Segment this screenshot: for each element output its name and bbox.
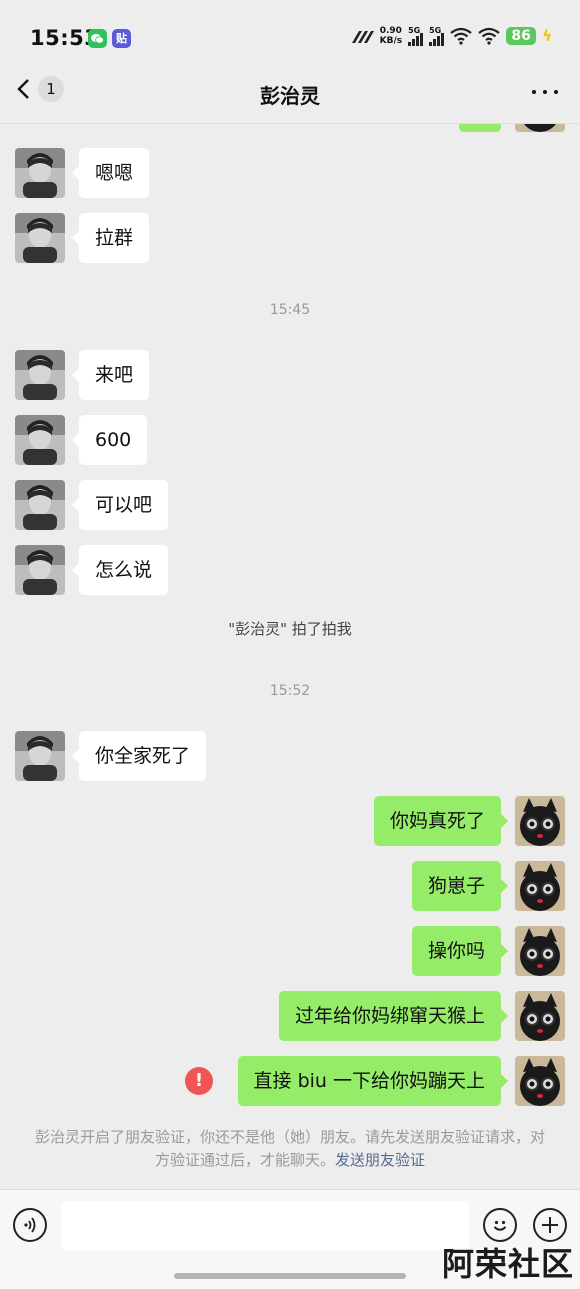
send-verification-link[interactable]: 发送朋友验证 xyxy=(335,1151,425,1169)
wechat-icon xyxy=(88,29,107,48)
charging-icon: ϟ xyxy=(542,27,552,45)
message-row: 600 xyxy=(0,415,580,465)
more-options-button[interactable] xyxy=(532,82,558,102)
outgoing-message-bubble[interactable]: 你妈真死了 xyxy=(373,796,509,846)
outgoing-message-bubble[interactable] xyxy=(459,124,501,132)
hotspot-wifi-icon xyxy=(450,27,472,45)
plus-icon xyxy=(542,1217,558,1233)
message-row: 嗯嗯 xyxy=(0,148,580,198)
signal-sim1-icon: 5G xyxy=(408,26,424,46)
message-row: 你妈真死了 xyxy=(0,796,580,846)
incoming-message-bubble[interactable]: 拉群 xyxy=(71,213,150,263)
contact-avatar[interactable] xyxy=(15,731,65,781)
wifi-icon xyxy=(478,27,500,45)
incoming-message-bubble[interactable]: 你全家死了 xyxy=(71,731,207,781)
contact-avatar[interactable] xyxy=(15,545,65,595)
incoming-message-bubble[interactable]: 可以吧 xyxy=(71,480,169,530)
incoming-message-bubble[interactable]: 怎么说 xyxy=(71,545,169,595)
my-avatar[interactable] xyxy=(515,796,565,846)
message-row: 怎么说 xyxy=(0,545,580,595)
my-avatar[interactable] xyxy=(515,1056,565,1106)
voice-toggle-button[interactable] xyxy=(13,1208,47,1242)
more-functions-button[interactable] xyxy=(533,1208,567,1242)
home-indicator[interactable] xyxy=(174,1273,406,1279)
chat-title: 彭治灵 xyxy=(260,84,320,108)
outgoing-message-bubble[interactable]: 过年给你妈绑窜天猴上 xyxy=(278,991,509,1041)
net-speed-value: 0.90 xyxy=(379,26,402,36)
incoming-message-bubble[interactable]: 来吧 xyxy=(71,350,150,400)
incoming-message-bubble[interactable]: 600 xyxy=(71,415,148,465)
emoji-button[interactable] xyxy=(483,1208,517,1242)
signal-sim2-icon: 5G xyxy=(429,26,445,46)
message-row: 可以吧 xyxy=(0,480,580,530)
sim2-label: 5G xyxy=(429,26,442,35)
net-speed: 0.90 KB/s xyxy=(380,26,402,46)
tieba-icon: 贴 xyxy=(112,29,131,48)
status-indicators: 0.90 KB/s 5G 5G 86 ϟ xyxy=(350,26,552,46)
outgoing-message-bubble[interactable]: 操你吗 xyxy=(411,926,509,976)
voice-icon xyxy=(24,1217,36,1233)
network-activity-icon xyxy=(351,31,374,43)
send-failed-icon[interactable]: ! xyxy=(185,1067,213,1095)
outgoing-message-bubble[interactable]: 直接 biu 一下给你妈蹦天上 xyxy=(237,1056,509,1106)
contact-avatar[interactable] xyxy=(15,213,65,263)
my-avatar[interactable] xyxy=(515,124,565,132)
contact-avatar[interactable] xyxy=(15,350,65,400)
battery-level: 86 xyxy=(506,27,537,45)
my-avatar[interactable] xyxy=(515,991,565,1041)
message-row: ! 直接 biu 一下给你妈蹦天上 xyxy=(0,1056,580,1106)
contact-avatar[interactable] xyxy=(15,480,65,530)
message-row: 操你吗 xyxy=(0,926,580,976)
message-row-partial xyxy=(0,124,580,132)
pat-system-message: "彭治灵" 拍了拍我 xyxy=(228,620,352,638)
timestamp: 15:52 xyxy=(269,683,311,699)
watermark: 阿荣社区 xyxy=(441,1245,574,1283)
notice-text: 彭治灵开启了朋友验证，你还不是他（她）朋友。请先发送朋友验证请求，对方验证通过后… xyxy=(34,1128,545,1169)
my-avatar[interactable] xyxy=(515,926,565,976)
timestamp: 15:45 xyxy=(269,302,311,318)
my-avatar[interactable] xyxy=(515,861,565,911)
message-row: 来吧 xyxy=(0,350,580,400)
message-row: 过年给你妈绑窜天猴上 xyxy=(0,991,580,1041)
message-row: 拉群 xyxy=(0,213,580,263)
message-input[interactable] xyxy=(61,1201,469,1250)
friend-verification-notice: 彭治灵开启了朋友验证，你还不是他（她）朋友。请先发送朋友验证请求，对方验证通过后… xyxy=(30,1126,550,1172)
contact-avatar[interactable] xyxy=(15,415,65,465)
chat-header: 1 彭治灵 xyxy=(0,62,580,124)
contact-avatar[interactable] xyxy=(15,148,65,198)
message-list[interactable]: 嗯嗯 拉群 15:45 来吧 600 可以吧 怎么说 "彭治灵" 拍了拍我 15… xyxy=(0,124,580,1188)
message-row: 你全家死了 xyxy=(0,731,580,781)
net-speed-unit: KB/s xyxy=(379,36,403,46)
incoming-message-bubble[interactable]: 嗯嗯 xyxy=(71,148,150,198)
outgoing-message-bubble[interactable]: 狗崽子 xyxy=(411,861,509,911)
message-row: 狗崽子 xyxy=(0,861,580,911)
sim1-label: 5G xyxy=(408,26,421,35)
emoji-icon xyxy=(493,1220,507,1231)
